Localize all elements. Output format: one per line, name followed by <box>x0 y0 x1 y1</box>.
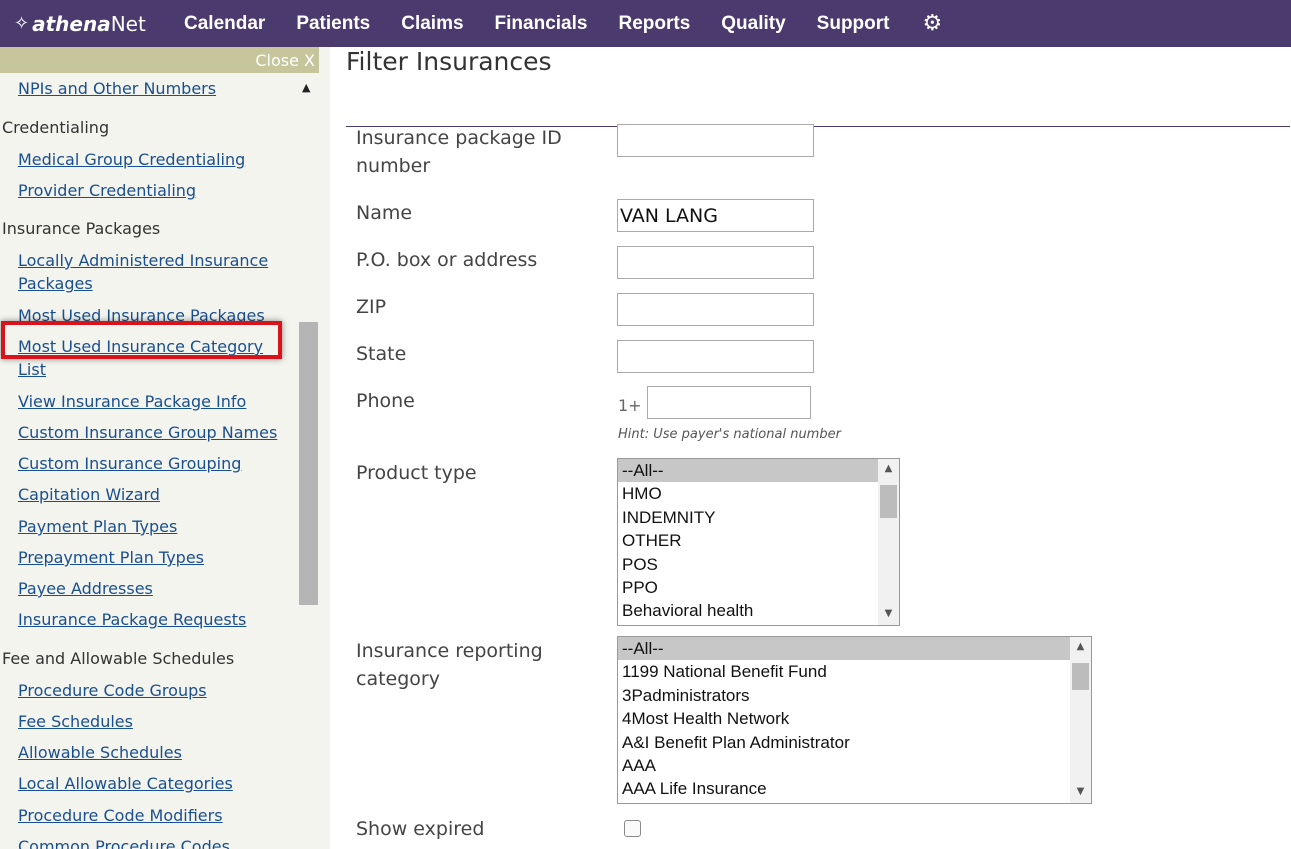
reporting-category-option[interactable]: 3Padministrators <box>618 684 1070 707</box>
gear-icon[interactable]: ⚙ <box>923 11 943 36</box>
product-type-option[interactable]: PPO <box>618 576 878 599</box>
product-type-option[interactable]: OTHER <box>618 529 878 552</box>
highlight-box <box>1 321 282 359</box>
sidebar-item-medical-group-credentialing[interactable]: Medical Group Credentialing <box>18 148 283 171</box>
sidebar-section-fee-schedules: Fee and Allowable Schedules <box>2 649 235 668</box>
name-input[interactable] <box>617 199 814 232</box>
reporting-category-option[interactable]: A&I Benefit Plan Administrator <box>618 731 1070 754</box>
nav-support[interactable]: Support <box>817 13 890 35</box>
phone-prefix: 1+ <box>618 396 642 415</box>
nav-calendar[interactable]: Calendar <box>184 13 265 35</box>
phone-hint: Hint: Use payer's national number <box>618 427 841 442</box>
product-type-option[interactable]: POS <box>618 553 878 576</box>
show-expired-checkbox[interactable] <box>624 820 641 837</box>
nav-quality[interactable]: Quality <box>721 13 785 35</box>
reporting-category-listbox[interactable]: --All-- 1199 National Benefit Fund 3Padm… <box>617 636 1092 804</box>
sidebar-item-view-package-info[interactable]: View Insurance Package Info <box>18 390 283 413</box>
sidebar-header: Close X <box>0 47 319 73</box>
sidebar-item-procedure-code-groups[interactable]: Procedure Code Groups <box>18 679 283 702</box>
state-input[interactable] <box>617 340 814 373</box>
sidebar-scroll-area: ▲ NPIs and Other Numbers Credentialing M… <box>0 73 319 849</box>
product-type-option[interactable]: Behavioral health <box>618 599 878 622</box>
sidebar-item-allowable-schedules[interactable]: Allowable Schedules <box>18 741 283 764</box>
product-type-scroll-thumb[interactable] <box>880 485 897 518</box>
athenanet-logo[interactable]: ✧ athena Net <box>14 12 184 36</box>
sidebar-item-npis[interactable]: NPIs and Other Numbers <box>18 77 283 100</box>
product-type-label: Product type <box>356 462 477 484</box>
reporting-category-options: --All-- 1199 National Benefit Fund 3Padm… <box>618 637 1070 801</box>
sidebar-item-provider-credentialing[interactable]: Provider Credentialing <box>18 179 283 202</box>
show-expired-label: Show expired <box>356 818 485 840</box>
sidebar-item-common-procedure-codes[interactable]: Common Procedure Codes <box>18 835 283 849</box>
sidebar-item-procedure-code-modifiers[interactable]: Procedure Code Modifiers <box>18 804 283 827</box>
sidebar-item-custom-group-names[interactable]: Custom Insurance Group Names <box>18 421 283 444</box>
sidebar-item-custom-grouping[interactable]: Custom Insurance Grouping <box>18 452 283 475</box>
product-type-scrollbar[interactable]: ▲ ▼ <box>878 459 899 625</box>
nav-reports[interactable]: Reports <box>618 13 690 35</box>
reporting-category-scroll-thumb[interactable] <box>1072 663 1089 690</box>
zip-input[interactable] <box>617 293 814 326</box>
sidebar-item-prepayment-plan-types[interactable]: Prepayment Plan Types <box>18 546 283 569</box>
logo-text-athena: athena <box>32 11 111 36</box>
nav-claims[interactable]: Claims <box>401 13 463 35</box>
product-type-option[interactable]: --All-- <box>618 459 878 483</box>
sidebar-scrollbar-thumb[interactable] <box>299 322 318 605</box>
sidebar-item-package-requests[interactable]: Insurance Package Requests <box>18 608 283 631</box>
reporting-category-option[interactable]: 1199 National Benefit Fund <box>618 660 1070 683</box>
sidebar-item-fee-schedules[interactable]: Fee Schedules <box>18 710 283 733</box>
phone-input[interactable] <box>647 386 811 419</box>
address-input[interactable] <box>617 246 814 279</box>
package-id-input[interactable] <box>617 124 814 157</box>
product-type-listbox[interactable]: --All-- HMO INDEMNITY OTHER POS PPO Beha… <box>617 458 900 626</box>
athena-logo-icon: ✧ <box>14 13 30 34</box>
sidebar-item-payee-addresses[interactable]: Payee Addresses <box>18 577 283 600</box>
sidebar-item-payment-plan-types[interactable]: Payment Plan Types <box>18 515 283 538</box>
package-id-label: Insurance package ID number <box>356 127 562 177</box>
name-label: Name <box>356 202 413 224</box>
sidebar-item-capitation-wizard[interactable]: Capitation Wizard <box>18 483 283 506</box>
sidebar-section-insurance-packages: Insurance Packages <box>2 219 161 238</box>
nav-financials[interactable]: Financials <box>495 13 588 35</box>
filter-form: Filter Insurances Insurance package ID n… <box>330 47 1291 849</box>
state-label: State <box>356 343 407 365</box>
scroll-up-arrow-icon[interactable]: ▲ <box>1070 641 1091 652</box>
reporting-category-label: Insurance reporting category <box>356 640 543 690</box>
product-type-options: --All-- HMO INDEMNITY OTHER POS PPO Beha… <box>618 459 878 623</box>
top-nav-bar: ✧ athena Net Calendar Patients Claims Fi… <box>0 0 1291 47</box>
product-type-option[interactable]: INDEMNITY <box>618 506 878 529</box>
page-title: Filter Insurances <box>346 47 552 76</box>
logo-text-net: Net <box>110 11 146 36</box>
reporting-category-option[interactable]: AAA Life Insurance <box>618 777 1070 800</box>
address-label: P.O. box or address <box>356 249 538 271</box>
sidebar-section-credentialing: Credentialing <box>2 118 110 137</box>
scroll-up-arrow-icon[interactable]: ▲ <box>302 81 310 94</box>
nav-patients[interactable]: Patients <box>296 13 370 35</box>
sidebar-panel: Close X ▲ NPIs and Other Numbers Credent… <box>0 47 330 849</box>
sidebar-item-local-allowable-categories[interactable]: Local Allowable Categories <box>18 772 283 795</box>
reporting-category-scrollbar[interactable]: ▲ ▼ <box>1070 637 1091 803</box>
product-type-option[interactable]: HMO <box>618 482 878 505</box>
reporting-category-option[interactable]: --All-- <box>618 637 1070 661</box>
scroll-down-arrow-icon[interactable]: ▼ <box>1070 786 1091 797</box>
phone-label: Phone <box>356 390 415 412</box>
reporting-category-option[interactable]: 4Most Health Network <box>618 707 1070 730</box>
scroll-up-arrow-icon[interactable]: ▲ <box>878 463 899 474</box>
close-sidebar-button[interactable]: Close X <box>255 51 315 70</box>
sidebar-item-locally-administered[interactable]: Locally Administered Insurance Packages <box>18 249 283 295</box>
reporting-category-option[interactable]: AAA <box>618 754 1070 777</box>
zip-label: ZIP <box>356 296 387 318</box>
scroll-down-arrow-icon[interactable]: ▼ <box>878 608 899 619</box>
